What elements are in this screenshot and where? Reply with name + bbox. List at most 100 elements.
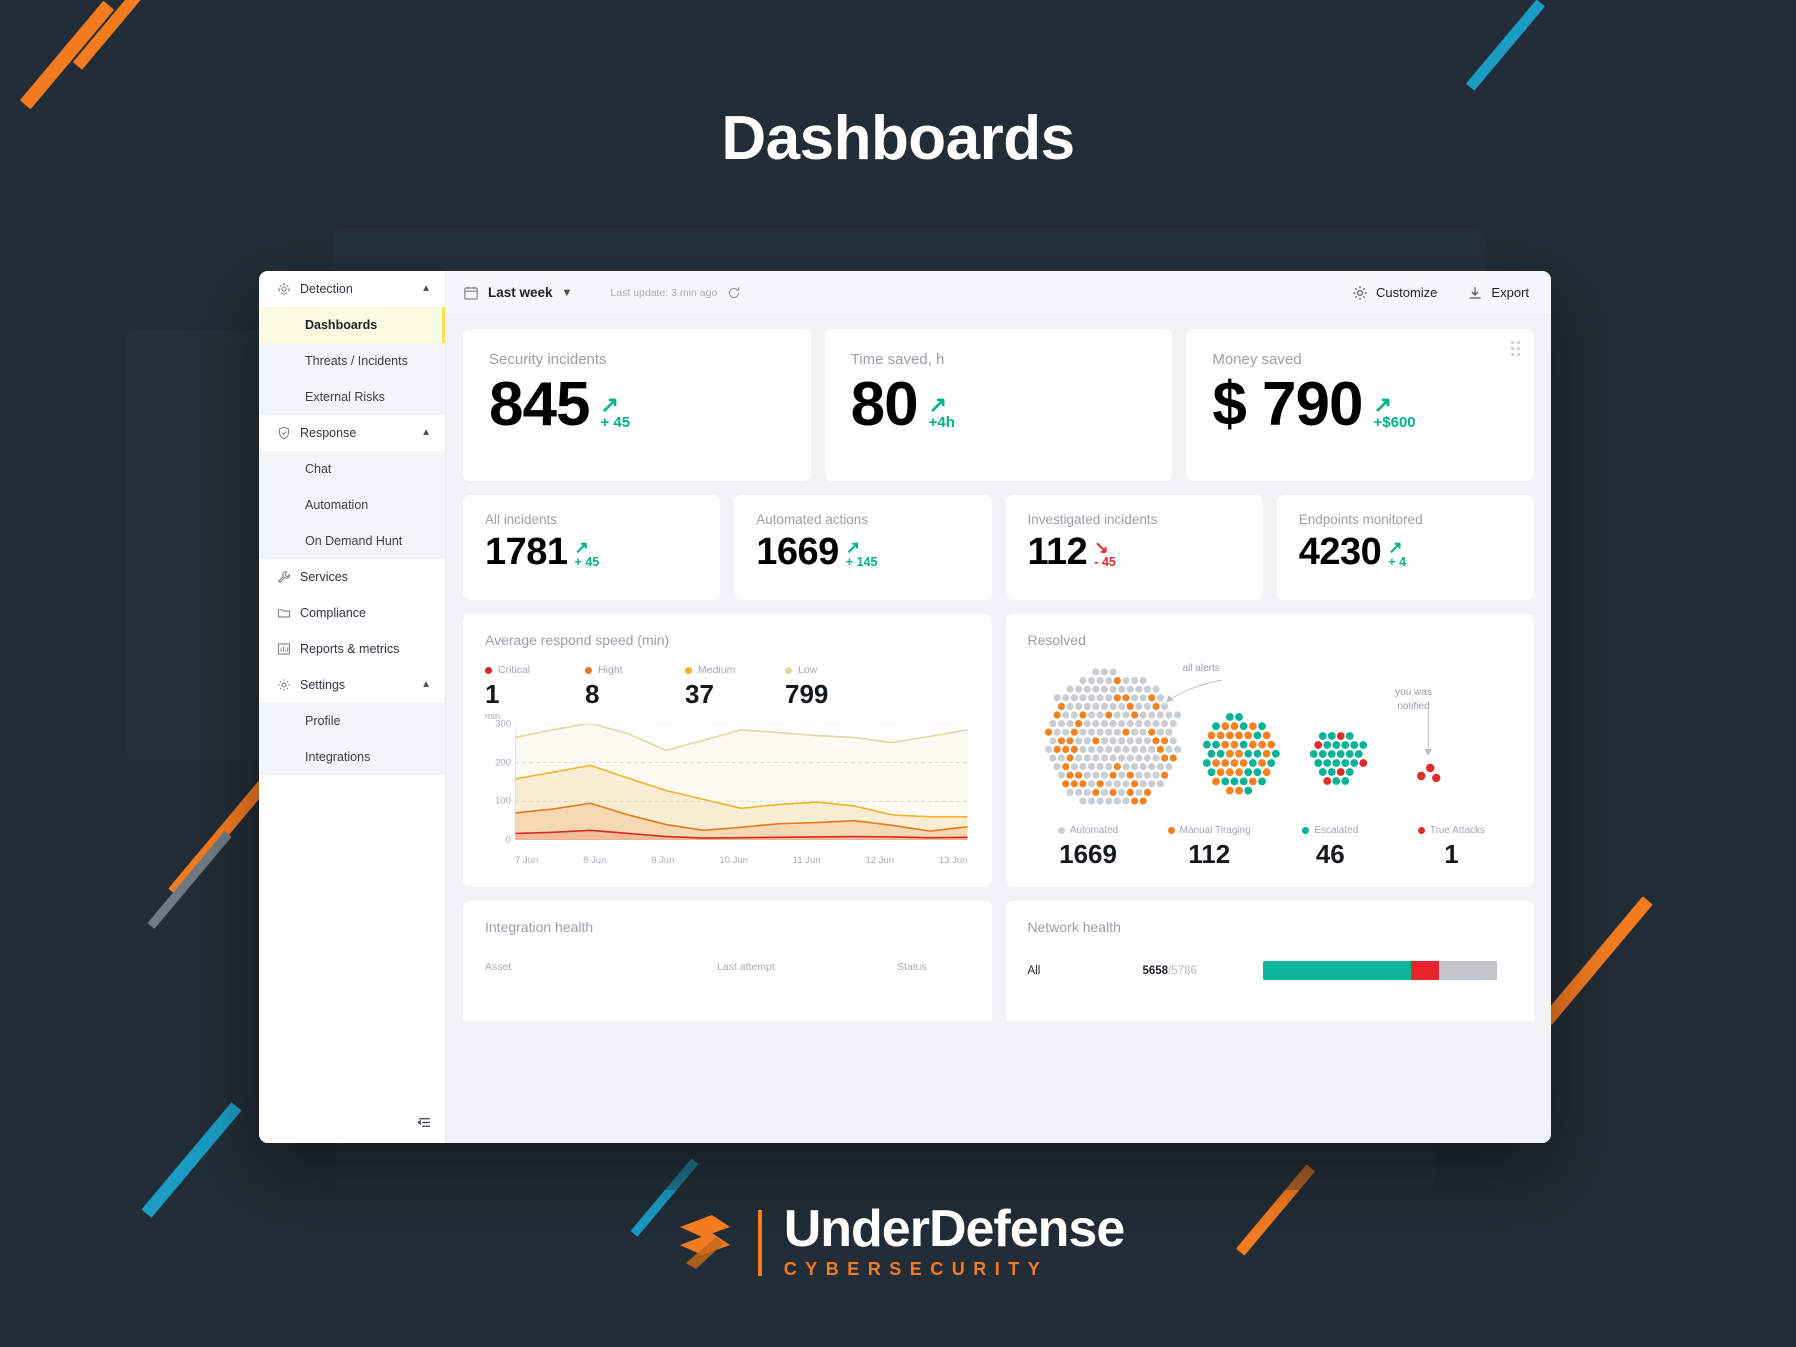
kpi-card-money-saved[interactable]: Money saved $ 790 ↗ +$600: [1186, 329, 1535, 481]
legend-label: Low: [798, 664, 818, 676]
kpi-title: Time saved, h: [850, 351, 945, 368]
trend-up-arrow-icon: ↗: [1388, 538, 1403, 558]
refresh-icon[interactable]: [727, 286, 741, 300]
x-tick: 11 Jun: [792, 855, 821, 866]
network-health-bar: [1262, 961, 1498, 980]
decor-stripe-teal-bl: [141, 1102, 242, 1218]
page-title: Dashboards: [721, 104, 1075, 173]
x-tick: 13 Jun: [938, 855, 968, 866]
resolved-legend-escalated[interactable]: Escalated 46: [1270, 825, 1391, 870]
kpi-title: Automated actions: [756, 512, 869, 527]
legend-color-dot: [1302, 827, 1310, 834]
y-tick: 300: [495, 718, 511, 730]
annotation-text-line2: notified: [1397, 700, 1430, 712]
gear-icon: [276, 678, 291, 693]
kpi-card-all-incidents[interactable]: All incidents 1781 ↗ + 45: [463, 495, 721, 600]
legend-value: 8: [585, 679, 600, 709]
drag-handle-icon[interactable]: [1511, 341, 1521, 356]
main-content: Last week ▼ Last update: 3 min ago Custo…: [446, 271, 1551, 1143]
sidebar-item-chat[interactable]: Chat: [259, 451, 445, 487]
kpi-title: All incidents: [485, 512, 558, 527]
column-header-status: Status: [897, 961, 927, 973]
network-health-row[interactable]: All 5658/5786: [1028, 961, 1513, 980]
legend-item-medium[interactable]: Medium 37: [685, 664, 785, 710]
card-network-health: Network health All 5658/5786: [1005, 901, 1534, 1021]
kpi-value: 845: [489, 370, 590, 439]
kpi-value: 4230: [1298, 531, 1382, 573]
annotation-text-line1: you was: [1395, 687, 1432, 698]
legend-value: 1669: [1059, 839, 1117, 869]
legend-item-low[interactable]: Low 799: [785, 664, 885, 710]
x-tick: 10 Jun: [719, 855, 748, 866]
sidebar: Detection ▲ Dashboards Threats / Inciden…: [259, 271, 446, 1143]
resolved-legend-automated[interactable]: Automated 1669: [1028, 825, 1149, 870]
kpi-value: 1669: [756, 531, 839, 573]
bar-chart-icon: [276, 642, 291, 657]
sidebar-item-label: Detection: [300, 282, 353, 296]
annotation-you-was-notified: you was notified: [1376, 686, 1452, 713]
sidebar-item-profile[interactable]: Profile: [259, 703, 445, 739]
legend-label: Escalated: [1314, 825, 1359, 836]
chart-plot-area: min 300 200 100 0 7 Jun 8 Jun 9 Jun 10 J…: [485, 711, 970, 866]
kpi-card-automated-actions[interactable]: Automated actions 1669 ↗ + 145: [734, 495, 992, 600]
legend-value: 112: [1188, 839, 1231, 869]
sidebar-item-dashboards[interactable]: Dashboards: [259, 307, 445, 343]
kpi-delta: ↗ +4h: [929, 394, 955, 435]
sidebar-item-compliance[interactable]: Compliance: [259, 595, 445, 631]
kpi-card-security-incidents[interactable]: Security incidents 845 ↗ + 45: [463, 329, 811, 481]
bar-segment-fail: [1410, 961, 1439, 980]
chevron-up-icon: ▲: [421, 679, 431, 690]
sidebar-item-automation[interactable]: Automation: [259, 487, 445, 523]
sidebar-item-response[interactable]: Response ▲: [259, 415, 445, 451]
sidebar-item-external-risks[interactable]: External Risks: [259, 379, 445, 415]
resolved-legend-manual-tiraging[interactable]: Manual Tiraging 112: [1149, 825, 1270, 870]
legend-value: 799: [785, 679, 829, 709]
download-icon: [1467, 285, 1483, 301]
kpi-card-endpoints-monitored[interactable]: Endpoints monitored 4230 ↗ + 4: [1276, 495, 1534, 600]
legend-color-dot: [585, 666, 592, 674]
kpi-card-investigated-incidents[interactable]: Investigated incidents 112 ↘ - 45: [1005, 495, 1263, 600]
legend-value: 1: [1444, 839, 1459, 869]
decor-stripe-gray-ml: [147, 831, 232, 929]
nav-children-response: Chat Automation On Demand Hunt: [259, 451, 445, 559]
sidebar-item-services[interactable]: Services: [259, 559, 445, 595]
kpi-row-secondary: All incidents 1781 ↗ + 45 Automated acti…: [463, 495, 1534, 600]
trend-down-arrow-icon: ↘: [1094, 538, 1109, 558]
export-button[interactable]: Export: [1467, 285, 1529, 301]
kpi-delta: ↗ + 145: [845, 538, 878, 571]
trend-up-arrow-icon: ↗: [600, 392, 619, 418]
legend-item-hight[interactable]: Hight 8: [585, 664, 685, 710]
trend-up-arrow-icon: ↗: [574, 538, 589, 558]
date-range-selector[interactable]: Last week ▼: [463, 285, 572, 301]
legend-item-critical[interactable]: Critical 1: [485, 664, 585, 710]
network-row-ok: 5658: [1142, 964, 1169, 977]
kpi-card-time-saved[interactable]: Time saved, h 80 ↗ +4h: [824, 329, 1173, 481]
resolved-legend-true-attacks[interactable]: True Attacks 1: [1391, 825, 1512, 870]
chart-legend: Critical 1 Hight 8 Medium 37 Low 799: [485, 664, 970, 710]
trend-up-arrow-icon: ↗: [845, 538, 861, 558]
x-tick: 7 Jun: [515, 855, 539, 866]
legend-value: 1: [485, 679, 500, 709]
sidebar-item-threats-incidents[interactable]: Threats / Incidents: [259, 343, 445, 379]
brand-text: UnderDefense CYBERSECURITY: [784, 1203, 1126, 1280]
kpi-delta-label: + 4: [1388, 555, 1407, 569]
sidebar-item-reports-metrics[interactable]: Reports & metrics: [259, 631, 445, 667]
sidebar-item-on-demand-hunt[interactable]: On Demand Hunt: [259, 523, 445, 559]
resolved-legend: Automated 1669 Manual Tiraging 112 Escal…: [1028, 825, 1513, 870]
nav-children-detection: Dashboards Threats / Incidents External …: [259, 307, 445, 415]
integration-health-title: Integration health: [485, 919, 594, 935]
underdefense-logo-icon: [672, 1207, 744, 1279]
legend-color-dot: [1057, 827, 1065, 834]
sidebar-item-detection[interactable]: Detection ▲: [259, 271, 445, 307]
nav-group-detection: Detection ▲ Dashboards Threats / Inciden…: [259, 271, 445, 415]
customize-button[interactable]: Customize: [1352, 285, 1437, 301]
calendar-icon: [463, 285, 479, 301]
decor-stripe-orange-ml: [168, 773, 274, 897]
x-tick: 8 Jun: [583, 855, 607, 866]
legend-label: Critical: [498, 664, 531, 676]
sidebar-item-integrations[interactable]: Integrations: [259, 739, 445, 775]
sidebar-item-settings[interactable]: Settings ▲: [259, 667, 445, 703]
legend-color-dot: [1167, 827, 1175, 834]
customize-label: Customize: [1376, 285, 1438, 300]
collapse-sidebar-icon[interactable]: [417, 1115, 432, 1135]
